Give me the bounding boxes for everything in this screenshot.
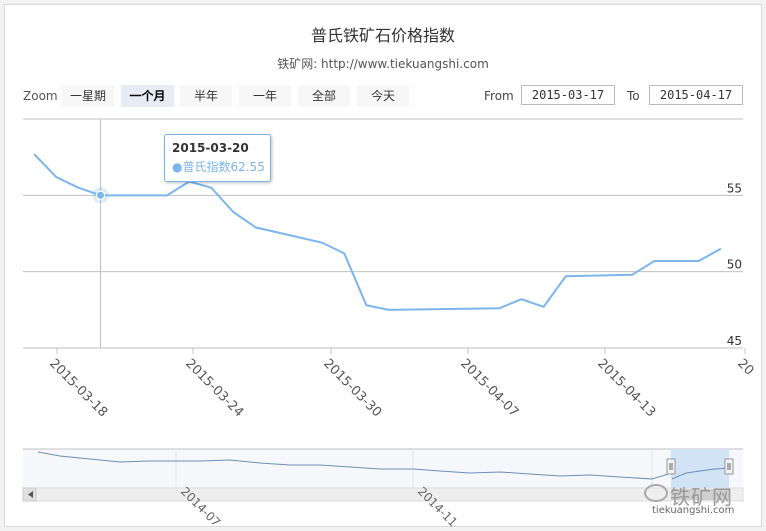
x-axis: 2015-03-18 2015-03-24 2015-03-30 2015-04-07… — [23, 347, 756, 420]
x-tick-label: 20 — [734, 356, 756, 378]
x-tick-label: 2015-03-18 — [46, 356, 110, 420]
plot-layer — [33, 119, 722, 348]
chart-svg: 555045 2015-03-18 2015-03-24 2015-03-30 201… — [22, 118, 756, 530]
watermark-url: tiekuangshi.com — [652, 505, 735, 516]
y-tick-label: 55 — [727, 181, 742, 195]
highlight-point — [96, 190, 106, 200]
series-line-pushi-index — [33, 153, 722, 311]
x-tick-label: 2015-03-30 — [320, 356, 384, 420]
tooltip: 2015-03-20 ●普氏指数62.55 — [164, 134, 271, 182]
wechat-icon — [644, 484, 668, 502]
navigator-handle[interactable] — [724, 458, 734, 475]
tooltip-series-value: ●普氏指数62.55 — [172, 160, 265, 174]
watermark: 铁矿网 tiekuangshi.com — [640, 478, 758, 524]
navigator-scrollbar-track[interactable] — [22, 487, 744, 502]
y-tick-label: 50 — [727, 258, 742, 272]
x-tick-label: 2015-04-07 — [457, 356, 521, 420]
y-tick-label: 45 — [727, 334, 742, 348]
grid-layer: 55 50 45 — [23, 118, 743, 349]
navigator-handle[interactable] — [666, 458, 676, 475]
x-tick-label: 2015-03-24 — [182, 356, 246, 420]
x-tick-label: 2015-04-13 — [594, 356, 658, 420]
tooltip-date: 2015-03-20 — [172, 141, 249, 155]
navigator: 2014-07 2014-11 — [22, 448, 744, 530]
